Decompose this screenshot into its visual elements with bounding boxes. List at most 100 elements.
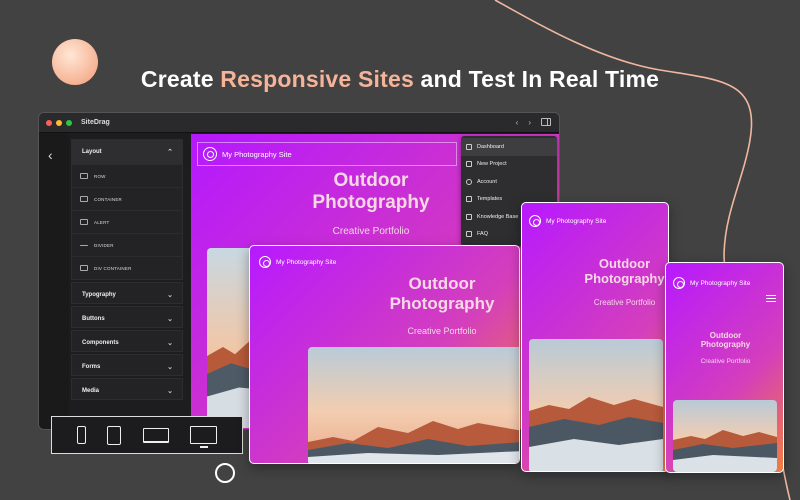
component-divider[interactable]: DIVIDER	[72, 233, 182, 256]
camera-logo-icon	[529, 215, 541, 227]
close-window-button[interactable]	[46, 119, 52, 126]
menu-item-label: Templates	[477, 196, 503, 203]
preview-hero-title: Outdoor Photography	[666, 331, 783, 350]
preview-hero-subtitle: Creative Portfolio	[700, 358, 751, 365]
faq-icon	[466, 231, 472, 238]
left-rail: ‹	[39, 133, 69, 429]
preview-site-header: My Photography Site	[673, 277, 750, 289]
chevron-up-icon: ⌃	[167, 149, 173, 156]
headline-suffix: and Test In Real Time	[413, 66, 660, 92]
preview-hero-subtitle: Creative Portfolio	[407, 326, 477, 336]
menu-item-dashboard[interactable]: Dashboard	[461, 138, 557, 156]
chevron-down-icon: ⌄	[167, 340, 173, 347]
laptop-preview: My Photography Site Outdoor Photography …	[249, 245, 520, 464]
hero-subtitle: Creative Portfolio	[332, 226, 410, 237]
chevron-right-icon[interactable]: ›	[528, 118, 531, 127]
component-container[interactable]: CONTAINER	[72, 187, 182, 210]
camera-logo-icon	[259, 256, 271, 268]
chevron-down-icon: ⌄	[167, 388, 173, 395]
forms-section[interactable]: Forms ⌄	[71, 354, 183, 376]
minimize-window-button[interactable]	[56, 119, 62, 126]
document-icon	[466, 161, 472, 168]
alert-icon	[80, 219, 88, 225]
menu-item-label: New Project	[477, 161, 507, 168]
user-icon	[466, 178, 472, 185]
laptop-icon[interactable]	[142, 427, 169, 443]
preview-brand: My Photography Site	[546, 217, 607, 225]
app-title: SiteDrag	[81, 119, 110, 126]
container-icon	[80, 196, 88, 202]
components-section[interactable]: Components ⌄	[71, 330, 183, 352]
hero-title-line2: Photography	[312, 191, 430, 213]
chevron-down-icon: ⌄	[167, 292, 173, 299]
layout-section: Layout ⌃ ROW CONTAINER ALERT DIVIDER DIV…	[71, 139, 183, 280]
media-section[interactable]: Media ⌄	[71, 378, 183, 400]
component-div-container[interactable]: DIV CONTAINER	[72, 256, 182, 279]
mountain-photo	[529, 339, 663, 471]
camera-logo-icon	[673, 277, 685, 289]
preview-brand: My Photography Site	[690, 279, 751, 287]
component-label: ROW	[94, 173, 106, 179]
site-brand: My Photography Site	[222, 149, 292, 159]
hero-title-line2: Photography	[700, 340, 751, 350]
component-row[interactable]: ROW	[72, 164, 182, 187]
components-panel: Layout ⌃ ROW CONTAINER ALERT DIVIDER DIV…	[71, 139, 183, 402]
menu-item-new-project[interactable]: New Project	[461, 156, 557, 174]
menu-item-label: FAQ	[477, 231, 489, 238]
hero-title-line1: Outdoor	[408, 274, 476, 293]
chevron-down-icon: ⌄	[167, 364, 173, 371]
title-bar: SiteDrag ‹ ›	[39, 113, 559, 133]
home-icon	[466, 143, 472, 150]
headline-prefix: Create	[140, 66, 221, 92]
menu-icon[interactable]	[766, 295, 776, 302]
zoom-window-button[interactable]	[66, 119, 72, 126]
preview-hero-title: Outdoor Photography	[342, 274, 519, 313]
headline: Create Responsive Sites and Test In Real…	[0, 66, 800, 93]
chevron-left-icon[interactable]: ‹	[516, 118, 519, 127]
tablet-icon[interactable]	[107, 425, 122, 445]
mountain-photo	[673, 400, 777, 472]
menu-item-label: Knowledge Base	[477, 213, 519, 220]
menu-item-label: Account	[477, 178, 497, 185]
menu-item-account[interactable]: Account	[461, 173, 557, 191]
phone-preview: My Photography Site Outdoor Photography …	[665, 262, 784, 473]
hero-title-line2: Photography	[584, 270, 665, 286]
component-label: DIV CONTAINER	[94, 265, 132, 271]
section-label: Components	[82, 340, 119, 346]
back-chevron-icon[interactable]: ‹	[48, 147, 53, 163]
mountain-photo	[308, 347, 519, 463]
layout-section-label: Layout	[82, 149, 102, 155]
hero-title-line2: Photography	[389, 293, 495, 313]
component-alert[interactable]: ALERT	[72, 210, 182, 233]
layout-section-header[interactable]: Layout ⌃	[72, 140, 182, 164]
row-icon	[80, 173, 88, 179]
phone-icon[interactable]	[76, 426, 86, 444]
templates-icon	[466, 196, 472, 203]
preview-site-header: My Photography Site	[529, 215, 606, 227]
buttons-section[interactable]: Buttons ⌄	[71, 306, 183, 328]
menu-item-label: Dashboard	[477, 143, 504, 150]
section-label: Typography	[82, 292, 116, 298]
divider-icon	[80, 245, 88, 246]
preview-hero-title: Outdoor Photography	[522, 256, 668, 287]
typography-section[interactable]: Typography ⌄	[71, 282, 183, 304]
book-icon	[466, 213, 472, 220]
desktop-icon[interactable]	[190, 426, 218, 448]
sidebar-toggle-icon[interactable]	[541, 118, 551, 126]
section-label: Media	[82, 388, 100, 394]
hero-title-line1: Outdoor	[709, 331, 742, 340]
component-label: ALERT	[94, 219, 110, 225]
device-selector	[51, 416, 243, 454]
preview-site-header: My Photography Site	[259, 256, 336, 268]
headline-accent: Responsive Sites	[220, 66, 414, 92]
hero-title: Outdoor Photography	[271, 170, 471, 214]
hero-title-line1: Outdoor	[598, 256, 651, 271]
chevron-down-icon: ⌄	[167, 316, 173, 323]
site-header[interactable]: My Photography Site	[197, 142, 457, 166]
tablet-preview: My Photography Site Outdoor Photography …	[521, 202, 669, 472]
preview-hero-subtitle: Creative Portfolio	[593, 298, 656, 307]
div-container-icon	[80, 265, 88, 271]
hero-title-line1: Outdoor	[333, 170, 409, 191]
component-label: CONTAINER	[94, 196, 122, 202]
section-label: Forms	[82, 364, 101, 370]
